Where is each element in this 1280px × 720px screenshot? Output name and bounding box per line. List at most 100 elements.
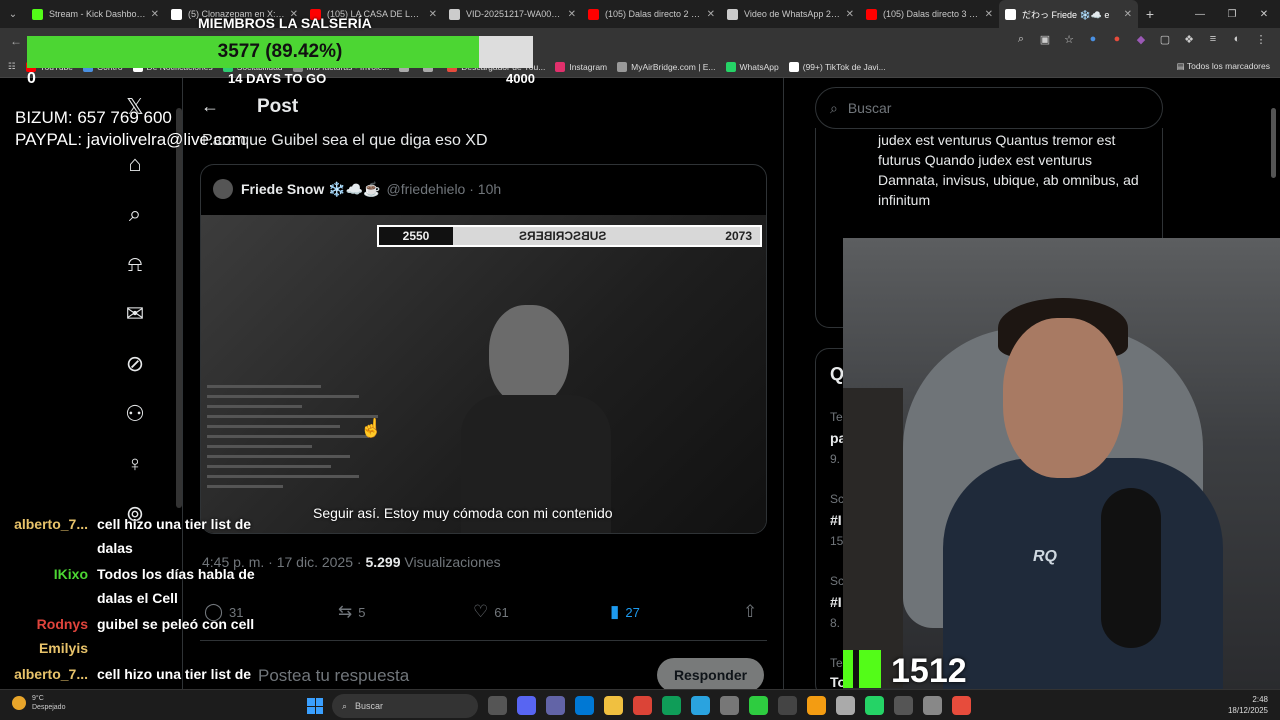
app-icon[interactable] [749,696,768,715]
taskbar-clock[interactable]: 2:48 18/12/2025 [1228,694,1268,716]
repost-icon: ⇆ [338,602,353,621]
browser-tab[interactable]: Stream - Kick Dashboard ✕ [26,0,165,28]
acrobat-icon[interactable] [952,696,971,715]
chrome-icon[interactable] [633,696,652,715]
page-scrollbar[interactable] [1271,108,1276,178]
trend-name[interactable]: #I [830,594,842,610]
divider [200,640,767,641]
bookmark-item[interactable]: (99+) TikTok de Javi... [788,61,886,72]
browser-tab[interactable]: だわっ Friede ❄️☁️ e ✕ [999,0,1138,28]
extension-icon[interactable]: ◆ [1134,33,1148,46]
close-tab-icon[interactable]: ✕ [985,9,993,20]
author-handle[interactable]: @friedehielo [387,181,466,197]
apps-grid-icon[interactable]: ☷ [8,61,16,72]
back-arrow-icon[interactable]: ← [201,96,219,117]
share-icon: ⇧ [743,602,758,621]
app-icon[interactable] [778,696,797,715]
minimize-icon[interactable]: — [1184,9,1216,20]
browser-tab[interactable]: Video de WhatsApp 2025 ✕ [721,0,860,28]
page-title: Post [257,96,299,117]
task-view-icon[interactable] [488,696,507,715]
bookmark-count: 27 [625,604,640,620]
goal-progress-text: 3577 (89.42%) [217,41,343,62]
bookmark-button[interactable]: ▮ 27 [610,602,640,622]
avatar[interactable] [213,179,233,199]
trend-count: 15 [830,534,844,548]
bookmark-item[interactable]: MyAirBridge.com | E... [617,61,716,72]
app-icon[interactable] [923,696,942,715]
profile-icon[interactable]: ♀ [122,451,148,477]
file-explorer-icon[interactable] [604,696,623,715]
chat-username[interactable]: IKixo [0,562,88,586]
profile-avatar-icon[interactable]: ◐ [1230,33,1244,46]
edge-icon[interactable] [662,696,681,715]
extension-icon[interactable]: ▢ [1158,33,1172,46]
extension-icon[interactable]: ● [1086,33,1100,46]
subscriber-goal-overlay: 2550 SUBSCRIBERS 2073 [377,225,762,247]
search-input[interactable]: ⌕ Buscar [815,87,1163,129]
chat-username[interactable]: alberto_7... [0,512,88,536]
reply-submit-button[interactable]: Responder [657,658,764,692]
embedded-video[interactable]: 2550 SUBSCRIBERS 2073 Seguir así. Estoy … [201,215,766,533]
app-icon[interactable] [836,696,855,715]
home-icon[interactable]: ⌂ [122,151,148,177]
teams-icon[interactable] [546,696,565,715]
repost-button[interactable]: ⇆ 5 [338,602,365,622]
tweet-date[interactable]: 17 dic. 2025 [277,554,353,570]
telegram-icon[interactable] [691,696,710,715]
column-divider [783,78,784,689]
author-name[interactable]: Friede Snow [241,181,324,197]
extension-icons: ⌕ ▣ ☆ ● ● ◆ ▢ ❖ ≡ ◐ ⋮ [1014,33,1268,46]
close-tab-icon[interactable]: ✕ [429,9,437,20]
grok-icon[interactable]: ⊘ [122,351,148,377]
search-icon: ⌕ [830,99,838,116]
communities-icon[interactable]: ⚇ [122,401,148,427]
close-tab-icon[interactable]: ✕ [846,9,854,20]
messages-envelope-icon[interactable]: ✉ [122,301,148,327]
cast-icon[interactable]: ▣ [1038,33,1052,46]
taskbar-search[interactable]: ⌕ Buscar [332,694,478,718]
new-tab-button[interactable]: + [1138,6,1162,22]
weather-widget[interactable]: 9°C Despejado [12,694,65,712]
close-tab-icon[interactable]: ✕ [151,9,159,20]
quoted-tweet[interactable]: Friede Snow ❄️☁️☕ @friedehielo · 10h 255… [200,164,767,534]
reply-input[interactable]: Postea tu respuesta [258,666,409,686]
app-icon[interactable] [807,696,826,715]
chat-username[interactable]: alberto_7... [0,662,88,686]
discord-icon[interactable] [517,696,536,715]
chat-username[interactable]: Rodnys [0,612,88,636]
chat-text: Todos los días habla de dalas el Cell [97,566,255,606]
like-button[interactable]: ♡ 61 [473,602,509,622]
puzzle-icon[interactable]: ❖ [1182,33,1196,46]
tweet-age[interactable]: 10h [478,181,501,197]
browser-tab-strip: ⌄ Stream - Kick Dashboard ✕ (5) Clonazepam… [0,0,1280,28]
close-tab-icon[interactable]: ✕ [707,9,715,20]
browser-tab[interactable]: (105) Dalas directo 2 - Yo ✕ [582,0,721,28]
close-window-icon[interactable]: ✕ [1248,9,1280,20]
bookmarks-folder[interactable]: ▤ Todos los marcadores [1177,61,1270,72]
chat-username[interactable]: Emilyis [0,636,88,660]
explore-search-icon[interactable]: ⌕ [122,201,148,227]
bookmark-item[interactable]: WhatsApp [725,61,779,72]
whatsapp-icon[interactable] [865,696,884,715]
close-tab-icon[interactable]: ✕ [568,9,576,20]
windows-start-icon[interactable] [307,698,323,714]
browser-tab[interactable]: (105) Dalas directo 3 - Yo ✕ [860,0,999,28]
trend-name[interactable]: #I [830,512,842,528]
reading-list-icon[interactable]: ≡ [1206,33,1220,46]
outlook-icon[interactable] [575,696,594,715]
notifications-bell-icon[interactable]: ⍾ [122,251,148,277]
close-tab-icon[interactable]: ✕ [1124,9,1132,20]
zoom-icon[interactable]: ⌕ [1014,33,1028,46]
bookmark-item[interactable]: Instagram [555,61,607,72]
tab-search-icon[interactable]: ⌄ [0,0,26,28]
extension-icon[interactable]: ● [1110,33,1124,46]
bookmark-star-icon[interactable]: ☆ [1062,33,1076,46]
app-icon[interactable] [720,696,739,715]
browser-tab[interactable]: VID-20251217-WA0030(1 ✕ [443,0,582,28]
browser-menu-icon[interactable]: ⋮ [1254,33,1268,46]
back-nav-icon[interactable]: ← [10,34,22,48]
app-icon[interactable] [894,696,913,715]
restore-icon[interactable]: ❐ [1216,9,1248,20]
share-button[interactable]: ⇧ [743,602,763,622]
